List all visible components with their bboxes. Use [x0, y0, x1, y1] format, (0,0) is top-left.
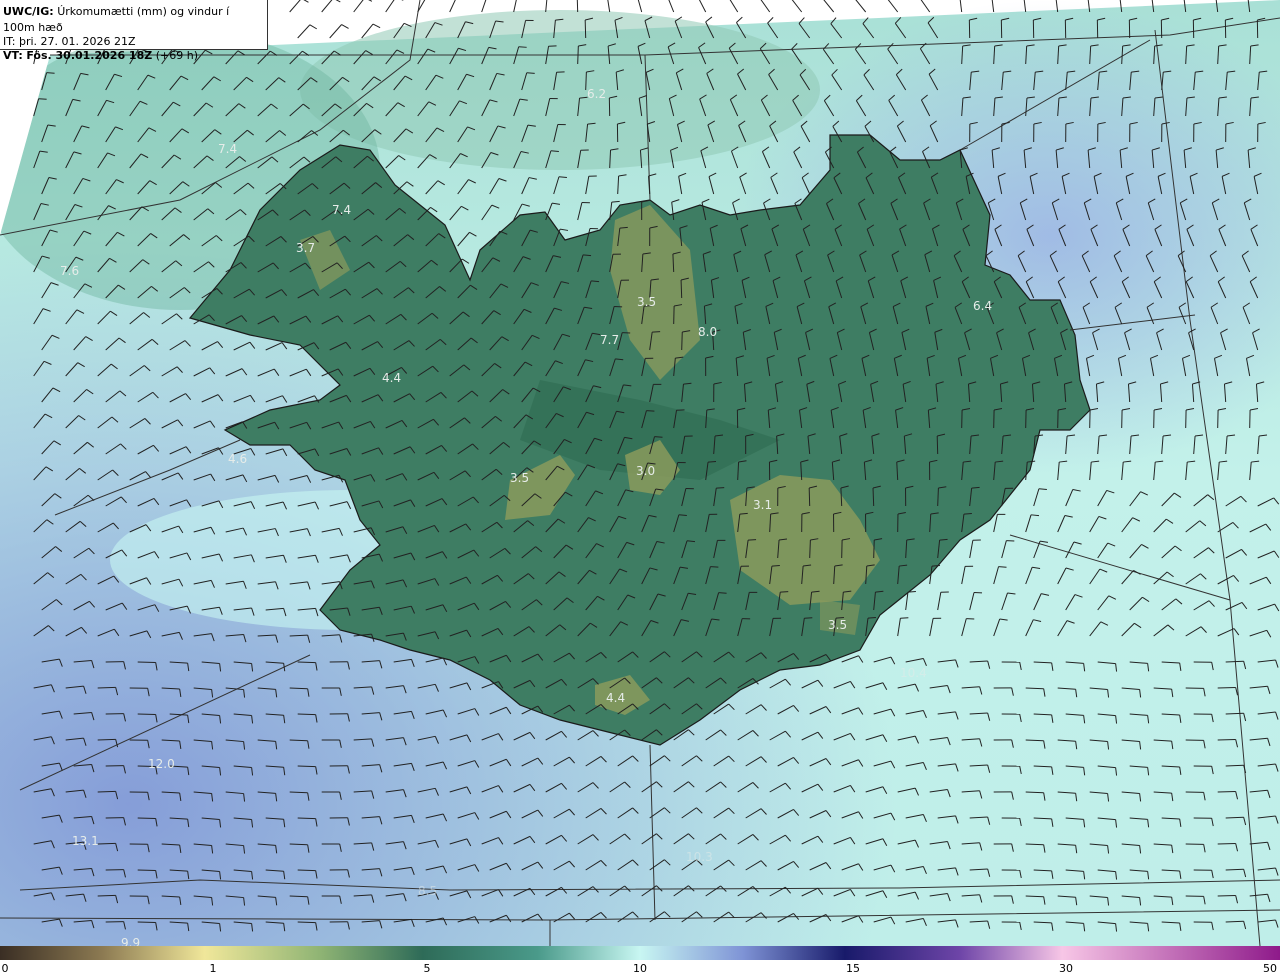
wind-barb-flag: [748, 539, 757, 541]
value-label: 3.5: [637, 295, 656, 309]
wind-barb-flag: [907, 591, 916, 593]
wind-barb-flag: [654, 436, 663, 438]
wind-barb: [872, 487, 875, 507]
wind-barb: [681, 331, 683, 351]
wind-barb: [1217, 894, 1236, 897]
product-name: UWC/IG:: [3, 5, 54, 18]
wind-barb: [808, 487, 811, 507]
colorbar-tick: 0: [1, 962, 9, 975]
wind-barb: [680, 279, 683, 299]
wind-barb: [97, 842, 116, 845]
wind-barb: [137, 713, 156, 716]
wind-barb-flag: [1038, 488, 1047, 490]
wind-barb: [97, 738, 116, 741]
value-label: 3.7: [296, 241, 315, 255]
colorbar-tick: 50: [1263, 962, 1277, 975]
wind-barb: [297, 661, 316, 664]
value-label: 7.4: [332, 203, 351, 217]
colorbar-tick: 5: [423, 962, 431, 975]
value-label: 12.0: [148, 757, 175, 771]
wind-barb-flag: [46, 72, 55, 74]
wind-barb-flag: [739, 512, 748, 515]
value-label: 7.6: [60, 264, 79, 278]
lead-time: (+69 h): [155, 49, 198, 62]
colorbar-tick: 15: [846, 962, 860, 975]
value-label: 3.5: [828, 618, 847, 632]
colorbar-ticks: 0 1 5 10 15 30 50: [0, 962, 1280, 978]
value-label: 3.1: [753, 498, 772, 512]
wind-barb-flag: [998, 566, 1007, 568]
value-label: 4.6: [228, 452, 247, 466]
wind-barb: [576, 0, 579, 13]
map-header: UWC/IG: Úrkomumætti (mm) og vindur í 100…: [0, 0, 268, 62]
value-label: 8.0: [698, 325, 717, 339]
value-label: 7.4: [218, 142, 237, 156]
valid-time-line: VT: Fös. 30.01.2026 18Z (+69 h): [3, 48, 264, 64]
valid-time: Fös. 30.01.2026 18Z: [26, 49, 153, 62]
wind-barb: [297, 713, 316, 716]
init-time: þri. 27. 01. 2026 21Z: [18, 35, 136, 48]
wind-barb-flag: [38, 98, 47, 100]
wind-barb: [137, 869, 156, 872]
wind-barb: [297, 869, 316, 872]
colorbar-tick: 1: [209, 962, 217, 975]
wind-barb-flag: [619, 226, 628, 229]
wind-barb: [137, 817, 156, 820]
wind-barb-flag: [718, 592, 727, 594]
wind-barb-flag: [931, 565, 940, 567]
colorbar-tick: 10: [633, 962, 647, 975]
wind-barb: [1217, 738, 1236, 741]
wind-barb: [1217, 842, 1236, 845]
wind-barb: [97, 686, 116, 689]
precipitation-map: 6.2 7.4 7.4 7.6 3.7 4.4 3.5 7.7 8.0 6.4 …: [0, 0, 1280, 946]
wind-barb: [297, 765, 316, 768]
wind-barb-flag: [963, 512, 972, 515]
value-label: 8.5: [418, 884, 437, 898]
value-label: 4.4: [382, 371, 401, 385]
wind-barb-flag: [526, 72, 535, 74]
wind-barb: [97, 894, 116, 897]
valid-label: VT:: [3, 49, 23, 62]
wind-barb: [97, 790, 116, 793]
init-label: IT:: [3, 35, 16, 48]
value-label: 7.7: [600, 333, 619, 347]
wind-barb: [1217, 790, 1236, 793]
value-label: 10.3: [686, 850, 713, 864]
wind-barb: [873, 539, 875, 559]
value-label: 3.5: [510, 471, 529, 485]
value-label: 13.1: [72, 834, 99, 848]
value-label: 10.4: [900, 666, 927, 680]
colorbar: [0, 946, 1280, 960]
value-label: 6.2: [587, 87, 606, 101]
wind-barb-flag: [716, 487, 725, 489]
value-label: 3.0: [636, 464, 655, 478]
value-label: 4.4: [606, 691, 625, 705]
colorbar-tick: 30: [1059, 962, 1073, 975]
wind-barb-flag: [652, 331, 661, 333]
wind-barb-flag: [678, 514, 687, 516]
wind-barb-flag: [771, 564, 780, 567]
header-title-line: UWC/IG: Úrkomumætti (mm) og vindur í 100…: [3, 4, 264, 36]
wind-barb: [577, 45, 579, 65]
wind-barb: [297, 817, 316, 820]
value-label: 6.4: [973, 299, 992, 313]
value-label: 9.9: [121, 936, 140, 946]
wind-barb: [584, 19, 587, 39]
wind-barb: [137, 661, 156, 664]
wind-barb: [809, 539, 811, 559]
wind-barb-flag: [867, 617, 876, 619]
wind-barb: [137, 921, 156, 924]
wind-barb-flag: [550, 150, 559, 152]
wind-barb: [297, 921, 316, 924]
wind-barb-flag: [518, 46, 527, 48]
wind-barb-flag: [707, 461, 717, 463]
wind-barb: [1217, 686, 1236, 689]
